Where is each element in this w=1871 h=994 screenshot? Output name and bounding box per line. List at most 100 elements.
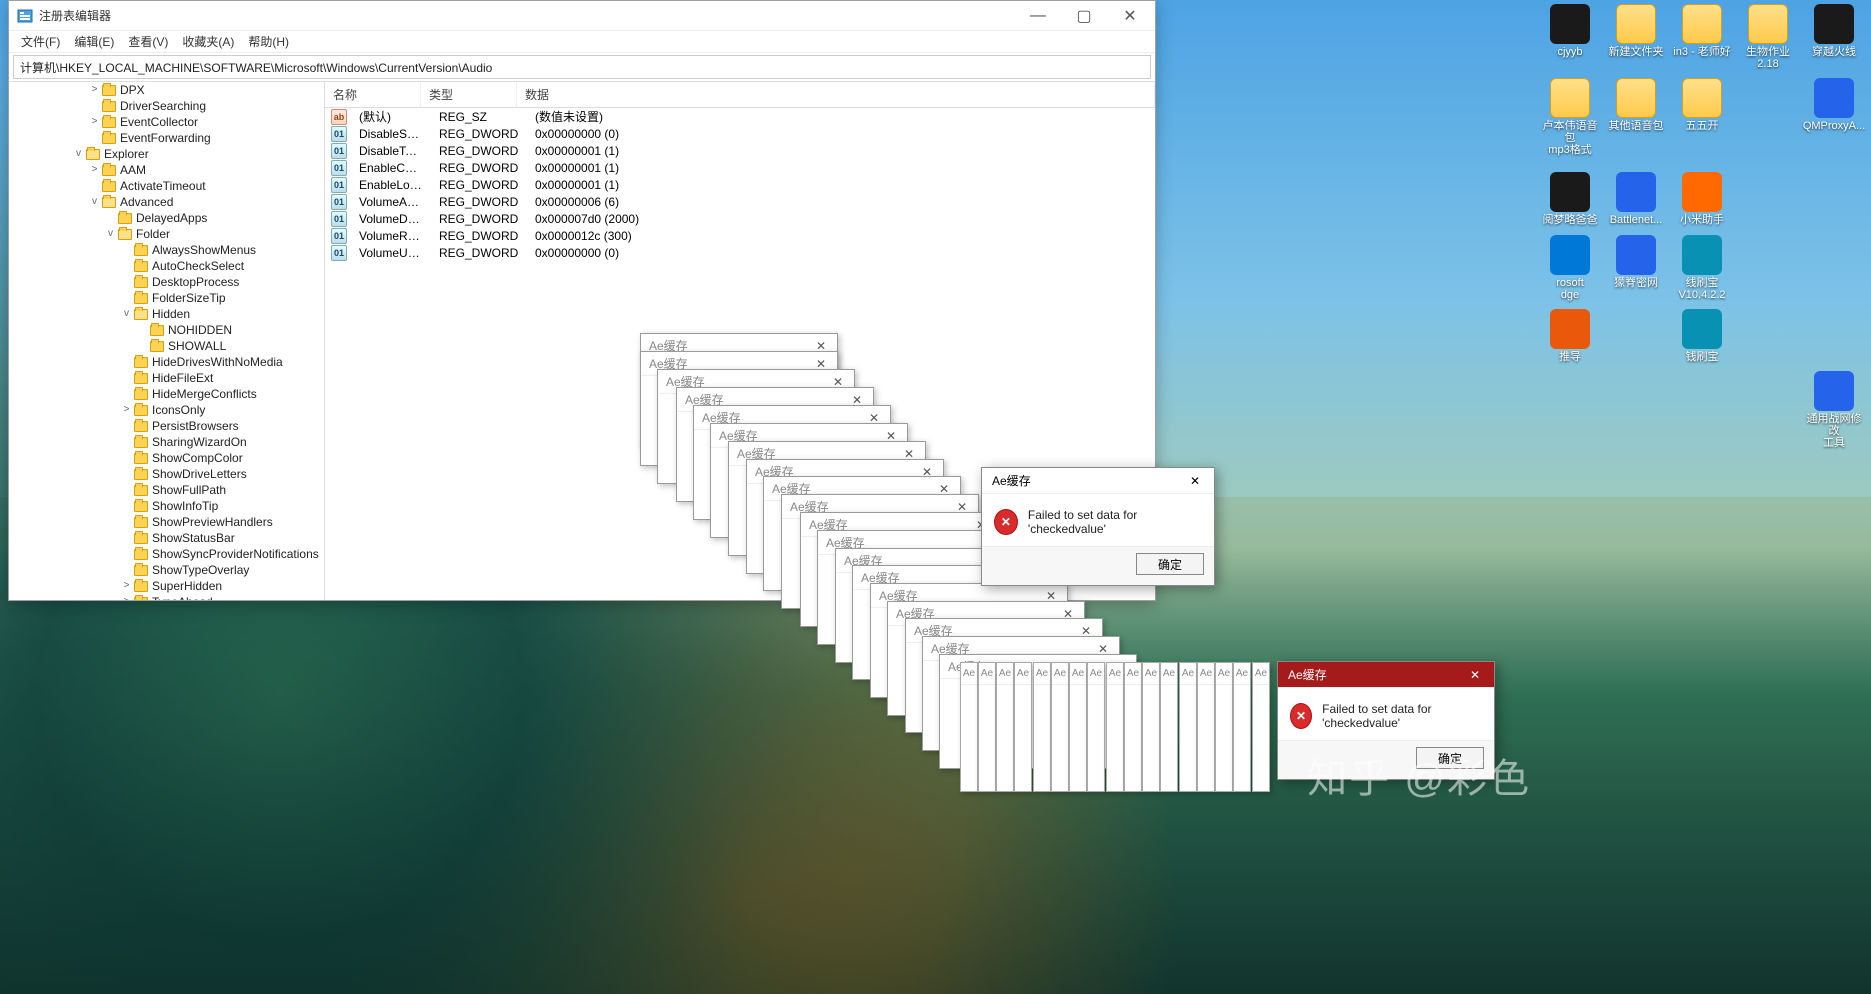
tree-node[interactable]: ShowFullPath [9,482,324,498]
tree-node[interactable]: vHidden [9,306,324,322]
tree-node[interactable]: >TypeAhead [9,594,324,600]
minimize-button[interactable]: — [1015,1,1061,31]
tree-node[interactable]: vFolder [9,226,324,242]
tree-node[interactable]: HideFileExt [9,370,324,386]
value-row[interactable]: 01VolumeRepeat...REG_DWORD0x0000012c (30… [325,227,1155,244]
desktop-icon[interactable]: 生物作业 2.18 [1737,0,1799,70]
ae-dialog-tab[interactable]: Ae [978,662,996,792]
desktop-icon[interactable]: 小米助手 [1671,168,1733,226]
expand-icon[interactable]: v [121,306,132,322]
tree-node[interactable]: HideDrivesWithNoMedia [9,354,324,370]
desktop-icon[interactable]: cjyyb [1539,0,1601,70]
col-name[interactable]: 名称 [325,82,421,107]
tree-node[interactable]: ShowCompColor [9,450,324,466]
ae-dialog-tab[interactable]: Ae [1142,662,1160,792]
ae-dialog-tab[interactable]: Ae [1252,662,1270,792]
desktop-icon[interactable]: 线刷宝 V10.4.2.2 [1671,231,1733,301]
desktop-icon[interactable]: 新建文件夹 [1605,0,1667,70]
desktop-icon[interactable]: Battlenet... [1605,168,1667,226]
desktop-icon[interactable]: rosoft dge [1539,231,1601,301]
tree-node[interactable]: SHOWALL [9,338,324,354]
value-row[interactable]: 01VolumeDownT...REG_DWORD0x000007d0 (200… [325,210,1155,227]
tree-node[interactable]: >SuperHidden [9,578,324,594]
tree-node[interactable]: ShowSyncProviderNotifications [9,546,324,562]
expand-icon[interactable]: v [105,226,116,242]
ae-dialog-tab[interactable]: Ae [1215,662,1233,792]
close-button[interactable]: ✕ [1107,1,1153,31]
tree-node[interactable]: ShowInfoTip [9,498,324,514]
tree-node[interactable]: vAdvanced [9,194,324,210]
address-bar[interactable] [13,55,1151,79]
ae-dialog-tab[interactable]: Ae [1014,662,1032,792]
expand-icon[interactable]: > [89,162,100,178]
desktop-icon[interactable]: 其他语音包 [1605,74,1667,156]
ae-dialog-tab[interactable]: Ae [1124,662,1142,792]
value-row[interactable]: 01VolumeAccelT...REG_DWORD0x00000006 (6) [325,193,1155,210]
desktop-icon[interactable]: 獴脊密网 [1605,231,1667,301]
expand-icon[interactable]: v [73,146,84,162]
tree-node[interactable]: ShowPreviewHandlers [9,514,324,530]
tree-node[interactable]: DesktopProcess [9,274,324,290]
tree-node[interactable]: ShowStatusBar [9,530,324,546]
expand-icon[interactable]: > [121,402,132,418]
ae-dialog-tab[interactable]: Ae [1087,662,1105,792]
menu-item[interactable]: 收藏夹(A) [176,31,240,52]
value-row[interactable]: 01EnableLogonH...REG_DWORD0x00000001 (1) [325,176,1155,193]
ae-dialog-tab[interactable]: Ae [1033,662,1051,792]
ae-dialog-tab[interactable]: Ae [1179,662,1197,792]
tree-node[interactable]: DriverSearching [9,98,324,114]
ae-dialog-tab[interactable]: Ae [1233,662,1251,792]
tree-node[interactable]: ActivateTimeout [9,178,324,194]
tree-node[interactable]: DelayedApps [9,210,324,226]
tree-node[interactable]: AutoCheckSelect [9,258,324,274]
expand-icon[interactable]: v [89,194,100,210]
tree-node[interactable]: >IconsOnly [9,402,324,418]
error-titlebar[interactable]: Ae缓存 ✕ [982,468,1214,494]
ae-dialog-tab[interactable]: Ae [1106,662,1124,792]
tree-node[interactable]: >EventCollector [9,114,324,130]
ae-dialog-tab[interactable]: Ae [960,662,978,792]
tree-node[interactable]: EventForwarding [9,130,324,146]
ae-dialog-tab[interactable]: Ae [1160,662,1178,792]
ok-button[interactable]: 确定 [1136,553,1204,575]
ae-dialog-tab[interactable]: Ae [996,662,1014,792]
ae-dialog-tab[interactable]: Ae [1069,662,1087,792]
menu-item[interactable]: 文件(F) [15,31,66,52]
tree-node[interactable]: AlwaysShowMenus [9,242,324,258]
value-row[interactable]: 01EnableCapture...REG_DWORD0x00000001 (1… [325,159,1155,176]
desktop-icon[interactable]: 钱刷宝 [1671,305,1733,363]
ok-button[interactable]: 确定 [1416,747,1484,769]
desktop-icon[interactable]: 卢本伟语音包 mp3格式 [1539,74,1601,156]
tree-node[interactable]: SharingWizardOn [9,434,324,450]
value-row[interactable]: 01DisableSpatial...REG_DWORD0x00000000 (… [325,125,1155,142]
tree-node[interactable]: ShowTypeOverlay [9,562,324,578]
tree-node[interactable]: ShowDriveLetters [9,466,324,482]
tree-node[interactable]: FolderSizeTip [9,290,324,306]
expand-icon[interactable]: > [89,82,100,98]
tree-node[interactable]: PersistBrowsers [9,418,324,434]
error-titlebar[interactable]: Ae缓存 ✕ [1278,662,1494,688]
value-row[interactable]: 01VolumeUpTran...REG_DWORD0x00000000 (0) [325,244,1155,261]
desktop-icon[interactable]: 穿越火线 [1803,0,1865,70]
tree-node[interactable]: >AAM [9,162,324,178]
close-icon[interactable]: ✕ [1460,664,1490,686]
value-row[interactable]: ab(默认)REG_SZ(数值未设置) [325,108,1155,125]
desktop-icon[interactable]: 通用战网修改 工具 [1803,367,1865,449]
menu-item[interactable]: 帮助(H) [242,31,295,52]
tree-pane[interactable]: >DPXDriverSearching>EventCollectorEventF… [9,82,325,600]
expand-icon[interactable]: > [89,114,100,130]
desktop-icon[interactable]: 推导 [1539,305,1601,363]
tree-node[interactable]: vExplorer [9,146,324,162]
expand-icon[interactable]: > [121,594,132,600]
col-type[interactable]: 类型 [421,82,517,107]
desktop-icon[interactable]: QMProxyA... [1803,74,1865,156]
expand-icon[interactable]: > [121,578,132,594]
maximize-button[interactable]: ▢ [1061,1,1107,31]
tree-node[interactable]: NOHIDDEN [9,322,324,338]
ae-dialog-tab[interactable]: Ae [1051,662,1069,792]
titlebar[interactable]: 注册表编辑器 — ▢ ✕ [9,1,1155,31]
menu-item[interactable]: 编辑(E) [68,31,120,52]
desktop-icon[interactable]: in3 - 老师好 [1671,0,1733,70]
desktop-icon[interactable]: 五五开 [1671,74,1733,156]
desktop-icon[interactable]: 阅梦略爸爸 [1539,168,1601,226]
